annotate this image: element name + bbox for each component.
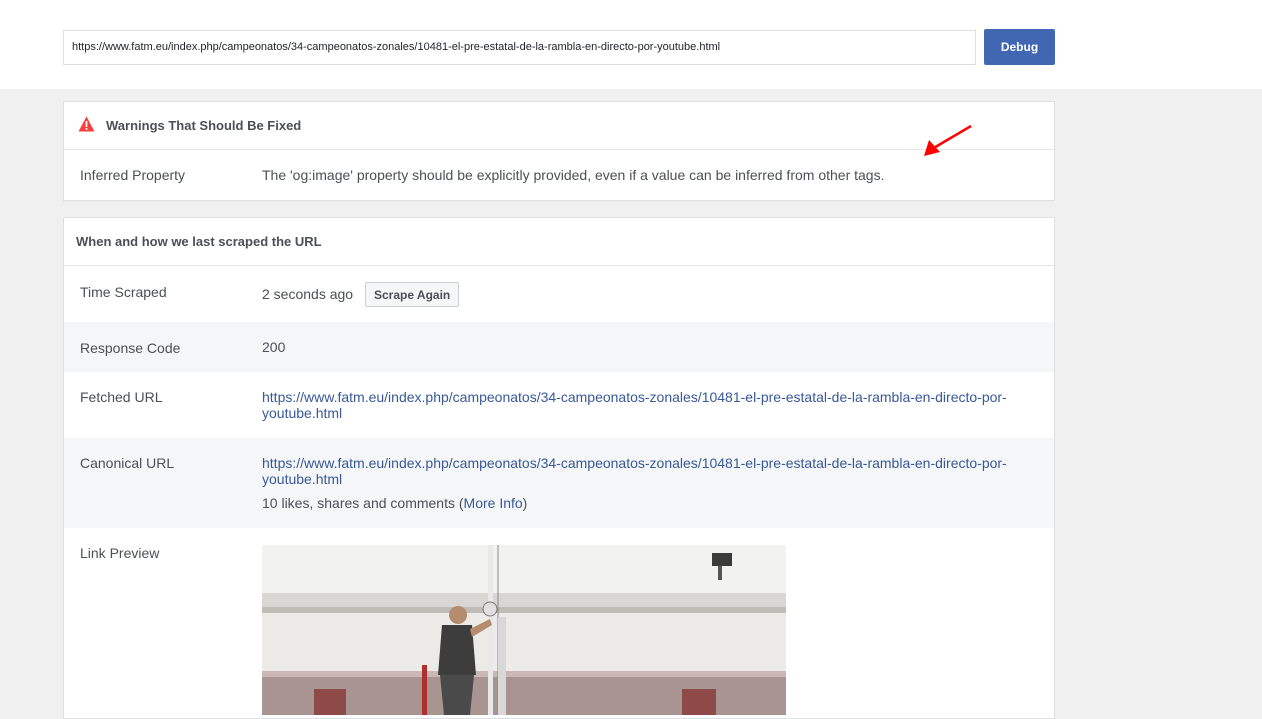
red-arrow-icon: [924, 124, 972, 156]
scrape-again-button[interactable]: Scrape Again: [365, 282, 460, 307]
canonical-url-line-2: youtube.html: [262, 471, 343, 487]
inferred-property-label: Inferred Property: [80, 167, 186, 183]
fetched-url-line-2: youtube.html: [262, 405, 343, 421]
scrape-header: When and how we last scraped the URL: [64, 218, 1054, 266]
time-scraped-value: 2 seconds ago: [262, 286, 354, 302]
response-code-label: Response Code: [80, 340, 181, 356]
scrape-title: When and how we last scraped the URL: [76, 234, 322, 249]
engagement-info: 10 likes, shares and comments (More Info…: [262, 495, 527, 511]
inferred-property-value: The 'og:image' property should be explic…: [262, 167, 885, 183]
time-scraped-row: Time Scraped 2 seconds ago: [64, 266, 1054, 322]
canonical-url-label: Canonical URL: [80, 455, 175, 471]
fetched-url-label: Fetched URL: [80, 389, 163, 405]
response-code-value: 200: [262, 339, 286, 355]
engagement-text: 10 likes, shares and comments (: [262, 495, 464, 511]
url-input[interactable]: [63, 30, 976, 65]
url-toolbar: Debug: [0, 0, 1262, 89]
warning-triangle-icon: [78, 116, 95, 132]
fetched-url-row: Fetched URL https://www.fatm.eu/index.ph…: [64, 372, 1054, 438]
warnings-header: Warnings That Should Be Fixed: [64, 102, 1054, 150]
fetched-url-line-1: https://www.fatm.eu/index.php/campeonato…: [262, 389, 1007, 405]
time-scraped-label: Time Scraped: [80, 284, 167, 300]
warnings-panel: Warnings That Should Be Fixed Inferred P…: [63, 101, 1055, 201]
more-info-link[interactable]: More Info: [464, 495, 523, 511]
response-code-row: Response Code 200: [64, 322, 1054, 372]
link-preview-image[interactable]: [262, 545, 786, 715]
debug-button[interactable]: Debug: [984, 29, 1055, 65]
link-preview-label: Link Preview: [80, 545, 160, 561]
preview-photo: [262, 545, 786, 715]
warnings-title: Warnings That Should Be Fixed: [106, 118, 302, 133]
fetched-url-link[interactable]: https://www.fatm.eu/index.php/campeonato…: [262, 389, 1007, 421]
canonical-url-link[interactable]: https://www.fatm.eu/index.php/campeonato…: [262, 455, 1007, 487]
engagement-close: ): [522, 495, 528, 511]
canonical-url-row: Canonical URL https://www.fatm.eu/index.…: [64, 438, 1054, 528]
scrape-panel: When and how we last scraped the URL Tim…: [63, 217, 1055, 719]
canonical-url-line-1: https://www.fatm.eu/index.php/campeonato…: [262, 455, 1007, 471]
